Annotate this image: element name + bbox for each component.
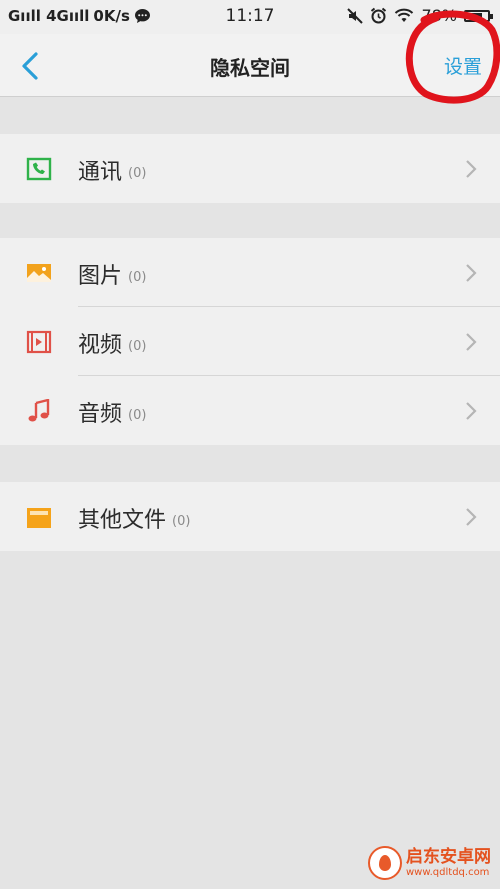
item-label: 图片 — [78, 264, 123, 289]
list-item-images[interactable]: 图片 (0) — [0, 238, 500, 307]
settings-button[interactable]: 设置 — [444, 52, 482, 79]
contacts-icon — [26, 157, 52, 181]
list-item-contacts[interactable]: 通讯 (0) — [0, 134, 500, 203]
item-label: 其他文件 — [78, 508, 167, 533]
battery-icon — [464, 9, 493, 22]
group-other: 其他文件 (0) — [0, 482, 500, 551]
chevron-right-icon — [466, 402, 477, 420]
battery-percent: 78% — [421, 6, 457, 25]
mute-icon — [347, 7, 364, 24]
item-label: 音频 — [78, 402, 123, 427]
music-icon — [28, 399, 50, 422]
folder-icon — [27, 508, 51, 528]
watermark-url: www.qdltdq.com — [406, 866, 490, 878]
chevron-right-icon — [466, 264, 477, 282]
video-icon — [26, 330, 52, 354]
chevron-right-icon — [466, 333, 477, 351]
status-bar: Gııll 4Gııll 0K/s 11:17 78% — [0, 0, 500, 34]
list-item-videos[interactable]: 视频 (0) — [0, 307, 500, 376]
page-title: 隐私空间 — [210, 56, 290, 80]
alarm-icon — [371, 7, 387, 24]
watermark-logo-icon — [368, 846, 402, 880]
image-icon — [27, 264, 51, 282]
list-item-audio[interactable]: 音频 (0) — [0, 376, 500, 445]
item-count: (0) — [128, 407, 147, 423]
item-count: (0) — [172, 513, 191, 529]
item-label: 通讯 — [78, 160, 123, 185]
status-right: 78% — [347, 6, 493, 25]
item-count: (0) — [128, 338, 147, 354]
chevron-right-icon — [466, 160, 477, 178]
group-contacts: 通讯 (0) — [0, 134, 500, 203]
item-count: (0) — [128, 165, 147, 181]
nav-bar: 隐私空间 设置 — [0, 34, 500, 97]
wifi-icon — [395, 8, 414, 22]
item-label: 视频 — [78, 333, 123, 358]
watermark-name: 启东安卓网 — [406, 847, 491, 868]
watermark: 启东安卓网 www.qdltdq.com — [368, 846, 491, 880]
group-media: 图片 (0) 视频 (0) 音频 (0) — [0, 238, 500, 445]
list-item-other-files[interactable]: 其他文件 (0) — [0, 482, 500, 551]
item-count: (0) — [128, 269, 147, 285]
chevron-right-icon — [466, 508, 477, 526]
